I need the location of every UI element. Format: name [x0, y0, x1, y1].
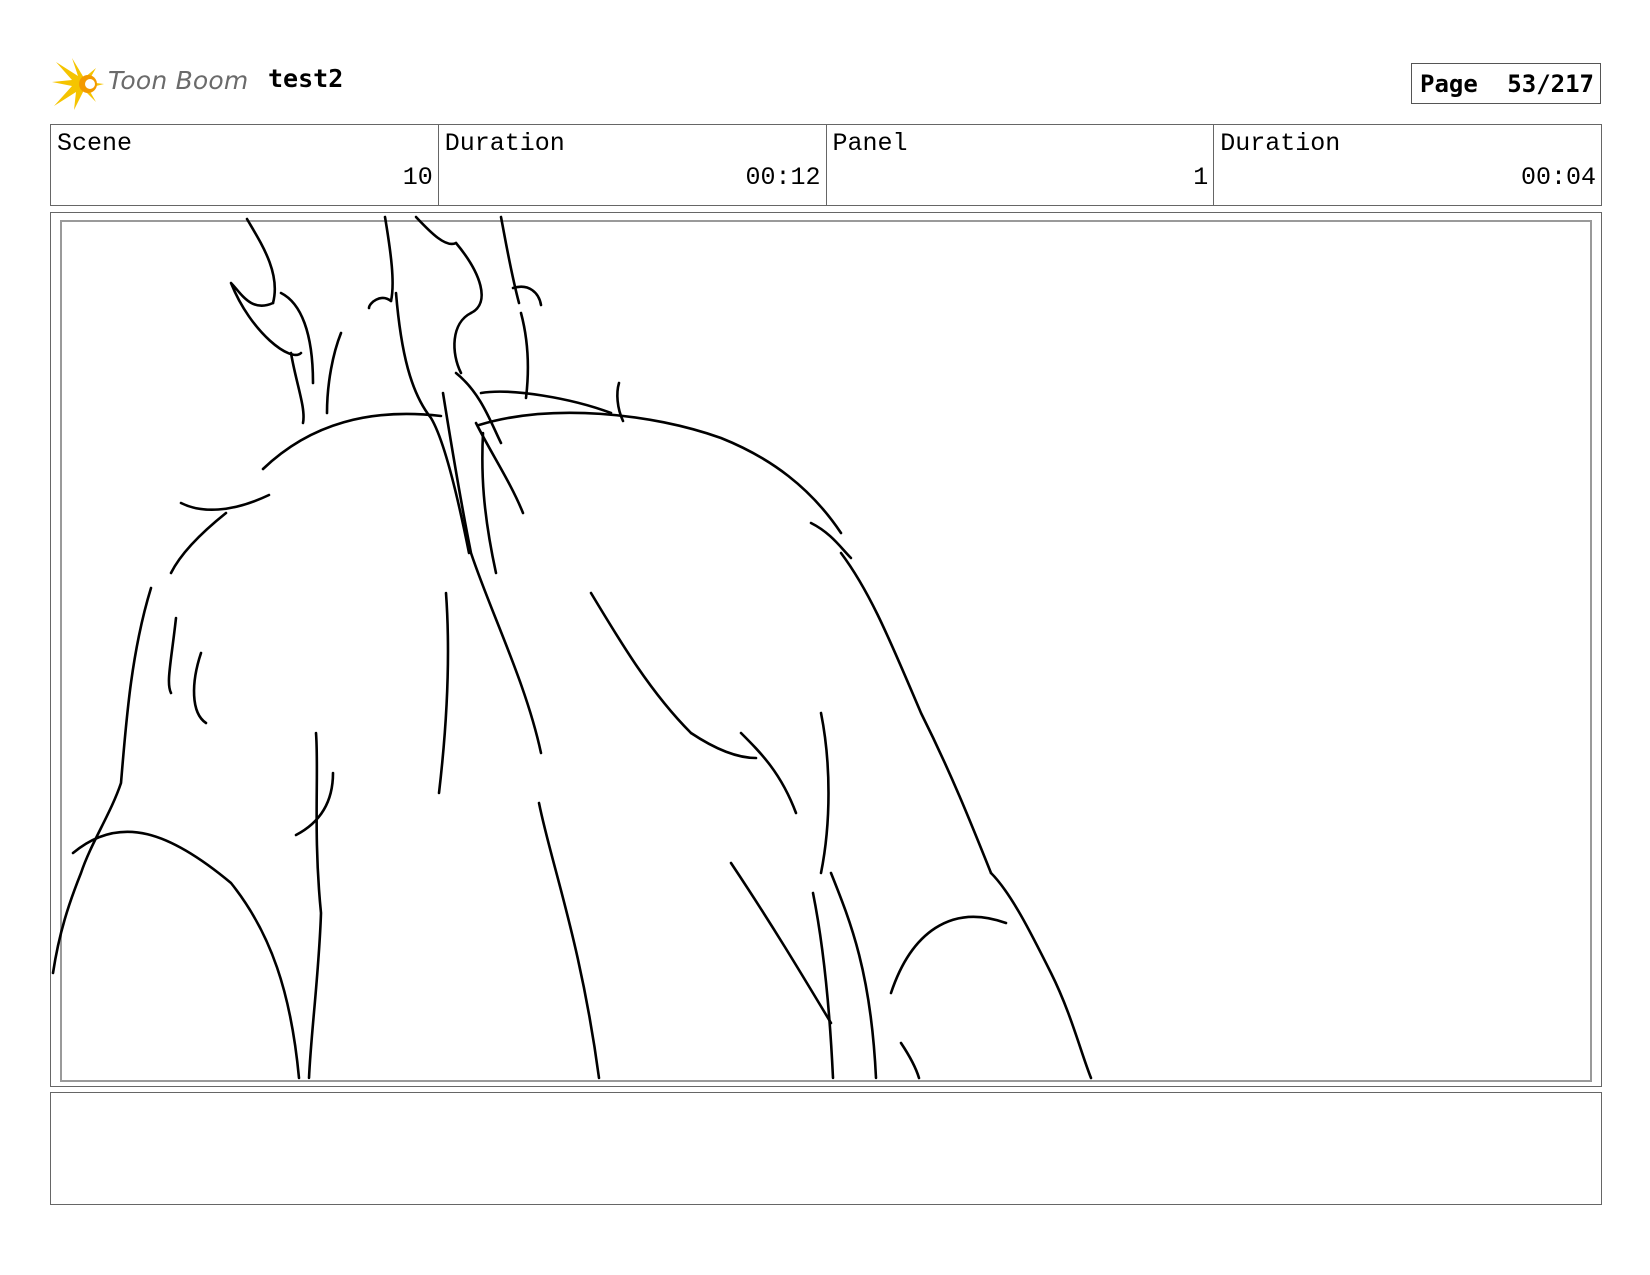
scene-label: Scene: [57, 129, 133, 158]
panel-sketch: [51, 215, 1592, 1082]
panel-cell: Panel 1: [827, 125, 1215, 205]
page-number: 53/217: [1507, 69, 1594, 98]
scene-duration-label: Duration: [444, 129, 565, 158]
panel-duration-value: 00:04: [1520, 163, 1596, 192]
toon-boom-logo: Toon Boom: [52, 56, 252, 112]
page-label: Page: [1420, 69, 1478, 98]
panel-duration-cell: Duration 00:04: [1214, 125, 1601, 205]
safe-area-frame: [60, 220, 1592, 1082]
scene-duration-cell: Duration 00:12: [439, 125, 827, 205]
scene-value: 10: [402, 163, 433, 192]
scene-duration-value: 00:12: [745, 163, 821, 192]
page-indicator: Page 53/217: [1411, 63, 1601, 104]
panel-duration-label: Duration: [1220, 129, 1341, 158]
toon-boom-starburst-icon: [52, 58, 104, 110]
panel-notes-box: [50, 1092, 1602, 1205]
panel-label: Panel: [832, 129, 908, 158]
panel-info-table: Scene 10 Duration 00:12 Panel 1 Duration…: [50, 124, 1602, 206]
sketch-drawing: [51, 215, 1093, 1080]
panel-value: 1: [1193, 163, 1209, 192]
project-title: test2: [268, 64, 344, 93]
scene-cell: Scene 10: [51, 125, 439, 205]
logo-text: Toon Boom: [108, 66, 249, 95]
storyboard-panel: [50, 212, 1602, 1087]
